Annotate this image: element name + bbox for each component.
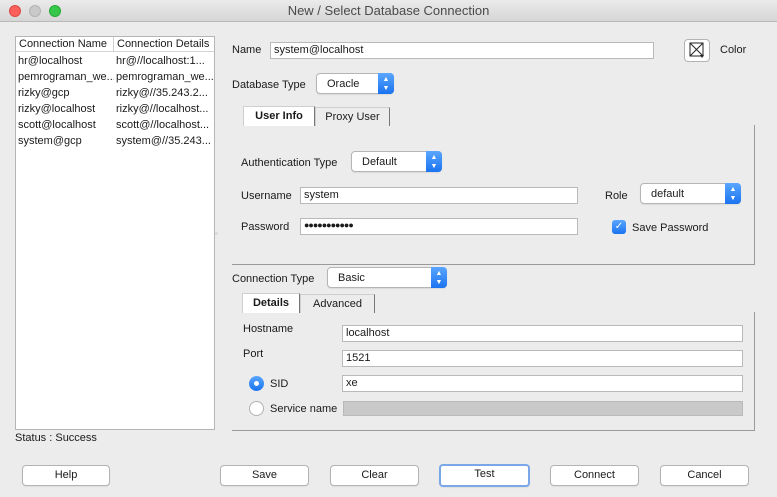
connection-row[interactable]: pemrograman_we... pemrograman_we...: [16, 69, 214, 86]
column-header-connection-details[interactable]: Connection Details: [117, 38, 209, 50]
connection-details: rizky@//localhost...: [116, 103, 209, 115]
connection-name: pemrograman_we...: [18, 71, 114, 83]
database-type-value: Oracle: [327, 78, 360, 90]
connection-type-value: Basic: [338, 272, 365, 284]
tab-details[interactable]: Details: [242, 293, 300, 313]
service-name-input: [343, 401, 743, 416]
connection-name: system@gcp: [18, 135, 82, 147]
connections-list-header: Connection Name Connection Details: [16, 37, 214, 52]
service-name-label: Service name: [270, 403, 338, 415]
role-value: default: [651, 188, 685, 200]
password-input[interactable]: ●●●●●●●●●●●: [300, 218, 578, 235]
name-input[interactable]: system@localhost: [270, 42, 654, 59]
authentication-type-label: Authentication Type: [241, 157, 338, 169]
connection-name: rizky@localhost: [18, 103, 96, 115]
database-type-label: Database Type: [232, 79, 306, 91]
up-down-arrows-icon: ▲ ▼: [431, 267, 447, 288]
up-down-arrows-icon: ▲ ▼: [378, 73, 394, 94]
color-label: Color: [720, 44, 747, 56]
help-button[interactable]: Help: [22, 465, 110, 486]
role-select[interactable]: default ▲ ▼: [640, 183, 741, 204]
save-button[interactable]: Save: [220, 465, 309, 486]
service-name-radio[interactable]: [249, 401, 264, 416]
connection-type-select[interactable]: Basic ▲ ▼: [327, 267, 447, 288]
port-input[interactable]: 1521: [342, 350, 743, 367]
connection-details: hr@//localhost:1...: [116, 55, 205, 67]
sid-radio[interactable]: [249, 376, 264, 391]
save-password-checkbox[interactable]: ✓: [612, 220, 626, 234]
connection-name: hr@localhost: [18, 55, 83, 67]
hostname-label: Hostname: [243, 323, 294, 335]
authentication-type-value: Default: [362, 156, 397, 168]
connect-button[interactable]: Connect: [550, 465, 639, 486]
connection-details: scott@//localhost...: [116, 119, 210, 131]
cancel-button[interactable]: Cancel: [660, 465, 749, 486]
connection-name: scott@localhost: [18, 119, 96, 131]
username-input[interactable]: system: [300, 187, 578, 204]
hostname-input[interactable]: localhost: [342, 325, 743, 342]
connection-name: rizky@gcp: [18, 87, 70, 99]
up-down-arrows-icon: ▲ ▼: [725, 183, 741, 204]
connections-list[interactable]: Connection Name Connection Details hr@lo…: [15, 36, 215, 430]
connection-row[interactable]: scott@localhost scott@//localhost...: [16, 117, 214, 134]
clear-button[interactable]: Clear: [330, 465, 419, 486]
role-label: Role: [605, 190, 628, 202]
connection-row[interactable]: rizky@gcp rizky@//35.243.2...: [16, 85, 214, 102]
test-button[interactable]: Test: [439, 464, 530, 487]
column-header-connection-name[interactable]: Connection Name: [19, 38, 107, 50]
connection-row[interactable]: hr@localhost hr@//localhost:1...: [16, 53, 214, 70]
column-divider[interactable]: [113, 37, 114, 52]
color-button[interactable]: [684, 39, 710, 62]
window-title: New / Select Database Connection: [287, 3, 490, 18]
connection-details: system@//35.243...: [116, 135, 211, 147]
splitter-handle-icon[interactable]: ◦: [215, 229, 223, 238]
tab-user-info[interactable]: User Info: [243, 106, 315, 126]
connection-details: pemrograman_we...: [116, 71, 213, 83]
connection-row[interactable]: system@gcp system@//35.243...: [16, 133, 214, 150]
color-picker-icon: [689, 42, 704, 58]
database-type-select[interactable]: Oracle ▲ ▼: [316, 73, 394, 94]
status-text: Status : Success: [15, 432, 97, 444]
tab-proxy-user[interactable]: Proxy User: [315, 107, 390, 126]
save-password-label: Save Password: [632, 222, 709, 234]
title-bar: New / Select Database Connection: [0, 0, 777, 22]
connection-type-label: Connection Type: [232, 273, 315, 285]
up-down-arrows-icon: ▲ ▼: [426, 151, 442, 172]
port-label: Port: [243, 348, 264, 360]
sid-input[interactable]: xe: [342, 375, 743, 392]
connection-details: rizky@//35.243.2...: [116, 87, 208, 99]
authentication-type-select[interactable]: Default ▲ ▼: [351, 151, 442, 172]
password-label: Password: [241, 221, 290, 233]
name-label: Name: [232, 44, 262, 56]
username-label: Username: [241, 190, 292, 202]
sid-label: SID: [270, 378, 289, 390]
tab-advanced[interactable]: Advanced: [300, 294, 375, 313]
connection-row[interactable]: rizky@localhost rizky@//localhost...: [16, 101, 214, 118]
